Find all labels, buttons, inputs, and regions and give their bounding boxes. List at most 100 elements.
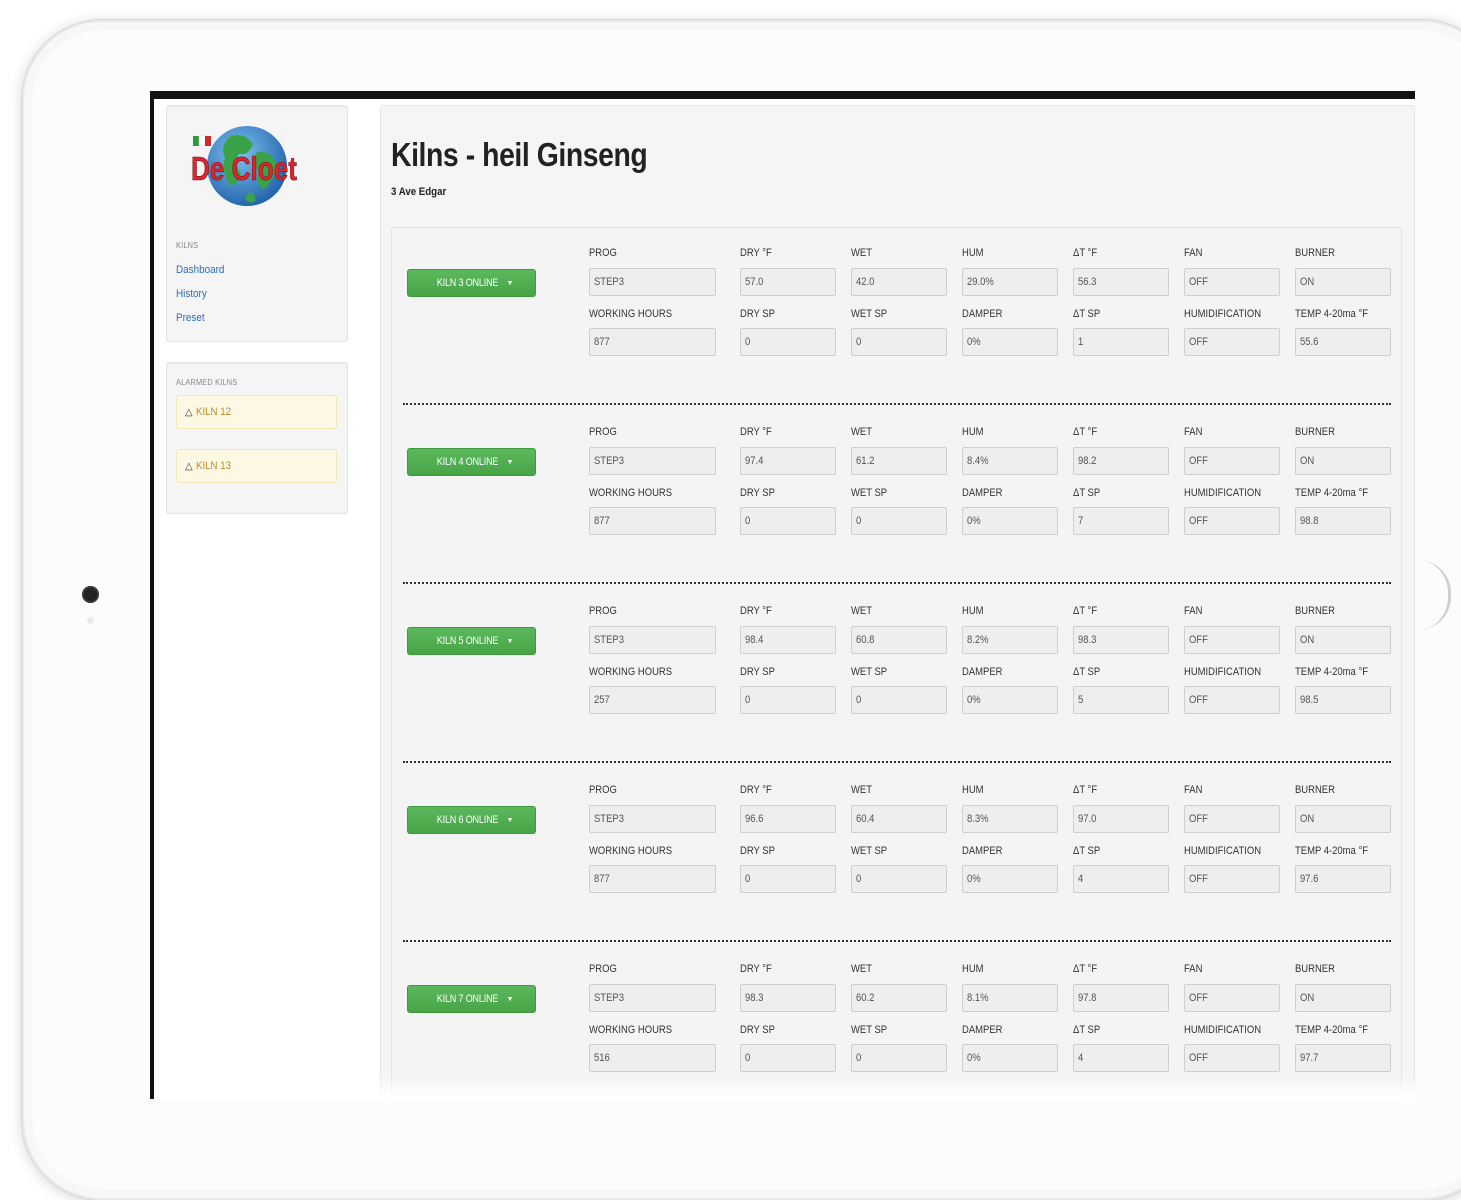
prog-value: STEP3	[594, 276, 624, 288]
temp-4-20ma-label: TEMP 4-20ma °F	[1295, 666, 1369, 678]
delta-t-sp-field: 7	[1073, 507, 1169, 535]
burner-field: ON	[1295, 805, 1391, 833]
prog-label: PROG	[589, 247, 617, 259]
temp-4-20ma-label: TEMP 4-20ma °F	[1295, 845, 1369, 857]
alarm-label: KILN 12	[195, 406, 231, 418]
wet-sp-field: 0	[851, 507, 947, 535]
caret-down-icon: ▼	[506, 995, 514, 1003]
prog-field: STEP3	[589, 805, 716, 833]
sensor-dot	[87, 617, 94, 624]
kiln-status-dropdown-button[interactable]: KILN 3 ONLINE ▼	[407, 269, 536, 297]
kiln-status-dropdown-button[interactable]: KILN 7 ONLINE ▼	[407, 985, 536, 1013]
working-hours-field: 516	[589, 1044, 716, 1072]
dry-sp-label: DRY SP	[740, 1024, 775, 1036]
dry-field: 98.4	[740, 626, 836, 654]
burner-value: ON	[1300, 276, 1315, 288]
wet-sp-label: WET SP	[851, 1024, 888, 1036]
wet-field: 60.8	[851, 626, 947, 654]
burner-value: ON	[1300, 455, 1315, 467]
fan-field: OFF	[1184, 626, 1280, 654]
temp-4-20ma-field: 97.7	[1295, 1044, 1391, 1072]
kiln-button-label: KILN 5 ONLINE	[436, 635, 498, 647]
dry-sp-value: 0	[745, 873, 751, 885]
humidification-field: OFF	[1184, 1044, 1280, 1072]
wet-value: 60.4	[856, 813, 875, 825]
damper-value: 0%	[967, 694, 981, 706]
delta-t-value: 97.0	[1078, 813, 1097, 825]
kiln-button-label: KILN 7 ONLINE	[436, 993, 498, 1005]
fan-field: OFF	[1184, 447, 1280, 475]
dry-field: 98.3	[740, 984, 836, 1012]
delta-t-label: ΔT °F	[1073, 247, 1098, 259]
damper-label: DAMPER	[962, 1024, 1003, 1036]
wet-sp-value: 0	[856, 1052, 862, 1064]
wet-sp-value: 0	[856, 515, 862, 527]
damper-label: DAMPER	[962, 487, 1003, 499]
delta-t-sp-value: 4	[1078, 873, 1084, 885]
prog-field: STEP3	[589, 447, 716, 475]
delta-t-label: ΔT °F	[1073, 963, 1098, 975]
screen-bottom-fade	[154, 1075, 1415, 1099]
damper-label: DAMPER	[962, 845, 1003, 857]
burner-field: ON	[1295, 984, 1391, 1012]
nav-link-dashboard[interactable]: Dashboard	[176, 264, 224, 276]
delta-t-field: 97.0	[1073, 805, 1169, 833]
hum-value: 29.0%	[967, 276, 994, 288]
fan-label: FAN	[1184, 605, 1203, 617]
kiln-status-dropdown-button[interactable]: KILN 6 ONLINE ▼	[407, 806, 536, 834]
fan-label: FAN	[1184, 247, 1203, 259]
temp-4-20ma-field: 97.6	[1295, 865, 1391, 893]
kiln-row: KILN 5 ONLINE ▼ PROG STEP3 DRY °F 98.4 WET 60.8…	[392, 586, 1401, 765]
nav-panel: De Cloet KILNS Dashboard History Preset	[166, 105, 348, 342]
dry-label: DRY °F	[740, 784, 772, 796]
alarmed-kilns-panel: ALARMED KILNS △ KILN 12 △ KILN 13	[166, 362, 348, 514]
temp-4-20ma-label: TEMP 4-20ma °F	[1295, 308, 1369, 320]
wet-sp-label: WET SP	[851, 666, 888, 678]
dry-sp-field: 0	[740, 507, 836, 535]
nav-link-preset[interactable]: Preset	[176, 312, 205, 324]
kiln-status-dropdown-button[interactable]: KILN 4 ONLINE ▼	[407, 448, 536, 476]
delta-t-value: 98.2	[1078, 455, 1097, 467]
kiln-button-label: KILN 6 ONLINE	[436, 814, 498, 826]
kiln-list: KILN 3 ONLINE ▼ PROG STEP3 DRY °F 57.0 WET 42.0…	[391, 227, 1402, 1099]
dry-sp-label: DRY SP	[740, 845, 775, 857]
humidification-value: OFF	[1189, 515, 1208, 527]
dry-sp-value: 0	[745, 336, 751, 348]
fan-value: OFF	[1189, 992, 1208, 1004]
working-hours-label: WORKING HOURS	[589, 666, 673, 678]
alarm-item-kiln-13[interactable]: △ KILN 13	[176, 449, 337, 483]
delta-t-sp-value: 5	[1078, 694, 1084, 706]
dry-value: 96.6	[745, 813, 764, 825]
prog-value: STEP3	[594, 813, 624, 825]
hum-value: 8.3%	[967, 813, 989, 825]
kiln-button-label: KILN 4 ONLINE	[436, 456, 498, 468]
delta-t-sp-field: 4	[1073, 1044, 1169, 1072]
humidification-field: OFF	[1184, 865, 1280, 893]
dry-label: DRY °F	[740, 426, 772, 438]
hum-label: HUM	[962, 963, 984, 975]
damper-field: 0%	[962, 328, 1058, 356]
delta-t-field: 98.3	[1073, 626, 1169, 654]
hum-field: 8.1%	[962, 984, 1058, 1012]
prog-field: STEP3	[589, 984, 716, 1012]
damper-label: DAMPER	[962, 666, 1003, 678]
burner-label: BURNER	[1295, 784, 1335, 796]
delta-t-sp-field: 5	[1073, 686, 1169, 714]
burner-field: ON	[1295, 268, 1391, 296]
nav-link-history[interactable]: History	[176, 288, 207, 300]
wet-sp-field: 0	[851, 328, 947, 356]
working-hours-label: WORKING HOURS	[589, 845, 673, 857]
burner-field: ON	[1295, 447, 1391, 475]
hum-value: 8.2%	[967, 634, 989, 646]
kiln-status-dropdown-button[interactable]: KILN 5 ONLINE ▼	[407, 627, 536, 655]
humidification-field: OFF	[1184, 328, 1280, 356]
alarm-item-kiln-12[interactable]: △ KILN 12	[176, 395, 337, 429]
sidebar: De Cloet KILNS Dashboard History Preset …	[166, 105, 348, 514]
wet-field: 60.4	[851, 805, 947, 833]
prog-label: PROG	[589, 605, 617, 617]
delta-t-sp-label: ΔT SP	[1073, 845, 1101, 857]
delta-t-field: 56.3	[1073, 268, 1169, 296]
hum-field: 29.0%	[962, 268, 1058, 296]
working-hours-value: 877	[594, 336, 610, 348]
kiln-divider	[403, 940, 1391, 942]
